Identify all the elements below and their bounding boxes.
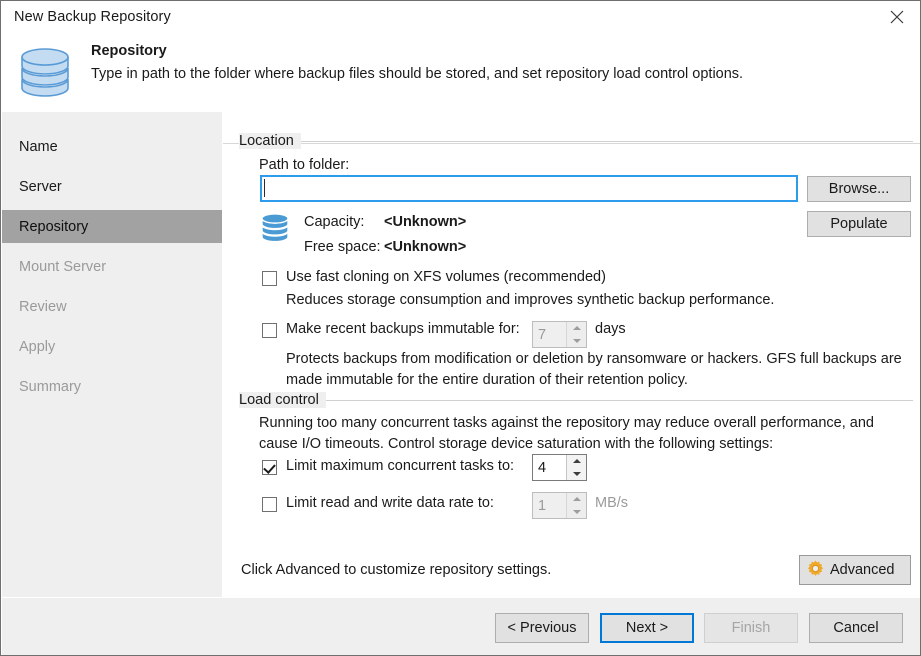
next-button[interactable]: Next > <box>600 613 694 643</box>
immutable-days-stepper-buttons[interactable] <box>566 322 586 347</box>
data-rate-stepper-buttons[interactable] <box>566 493 586 518</box>
max-tasks-value: 4 <box>538 459 547 476</box>
load-control-group-label: Load control <box>239 392 326 408</box>
database-icon <box>259 211 291 247</box>
sidebar-item-label: Name <box>19 138 58 155</box>
capacity-value: <Unknown> <box>384 214 467 230</box>
make-immutable-hint-line1: Protects backups from modification or de… <box>286 351 902 367</box>
sidebar-item-label: Mount Server <box>19 258 107 275</box>
repository-database-icon <box>14 41 76 107</box>
browse-button[interactable]: Browse... <box>807 176 911 202</box>
close-icon[interactable] <box>874 1 920 32</box>
max-tasks-decrement[interactable] <box>567 468 586 481</box>
sidebar-item-mount-server[interactable]: Mount Server <box>2 250 222 283</box>
page-title: Repository <box>91 43 167 59</box>
new-backup-repository-dialog: New Backup Repository Repository Type in… <box>0 0 921 656</box>
make-immutable-checkbox[interactable] <box>262 323 277 338</box>
capacity-label: Capacity: <box>304 214 365 230</box>
text-caret <box>264 179 265 197</box>
window-title: New Backup Repository <box>14 9 171 25</box>
sidebar-item-name[interactable]: Name <box>2 130 222 163</box>
max-tasks-stepper[interactable]: 4 <box>532 454 587 481</box>
data-rate-increment[interactable] <box>567 493 586 506</box>
title-bar: New Backup Repository <box>1 1 920 33</box>
location-group-label: Location <box>239 133 301 149</box>
dialog-footer: < Previous Next > Finish Cancel <box>2 598 920 655</box>
sidebar-item-label: Repository <box>19 218 89 235</box>
load-control-hint-line1: Running too many concurrent tasks agains… <box>259 415 874 431</box>
data-rate-stepper[interactable]: 1 <box>532 492 587 519</box>
limit-max-tasks-label: Limit maximum concurrent tasks to: <box>286 458 515 474</box>
sidebar-item-label: Review <box>19 298 67 315</box>
sidebar-item-review[interactable]: Review <box>2 290 222 323</box>
use-fast-cloning-checkbox[interactable] <box>262 271 277 286</box>
sidebar-item-label: Apply <box>19 338 56 355</box>
immutable-days-unit: days <box>595 321 626 337</box>
data-rate-decrement[interactable] <box>567 506 586 519</box>
wizard-header: Repository Type in path to the folder wh… <box>2 33 920 144</box>
immutable-days-decrement[interactable] <box>567 335 586 348</box>
wizard-steps-sidebar: Name Server Repository Mount Server Revi… <box>2 112 223 597</box>
location-group-line <box>301 141 913 142</box>
use-fast-cloning-label: Use fast cloning on XFS volumes (recomme… <box>286 269 606 285</box>
max-tasks-increment[interactable] <box>567 455 586 468</box>
limit-data-rate-checkbox[interactable] <box>262 497 277 512</box>
use-fast-cloning-hint: Reduces storage consumption and improves… <box>286 292 775 308</box>
limit-max-tasks-checkbox[interactable] <box>262 460 277 475</box>
free-space-value: <Unknown> <box>384 239 467 255</box>
path-input[interactable] <box>260 175 798 202</box>
immutable-days-stepper[interactable]: 7 <box>532 321 587 348</box>
sidebar-item-summary[interactable]: Summary <box>2 370 222 403</box>
sidebar-item-repository[interactable]: Repository <box>2 210 222 243</box>
sidebar-item-label: Server <box>19 178 62 195</box>
free-space-label: Free space: <box>304 239 381 255</box>
populate-button[interactable]: Populate <box>807 211 911 237</box>
sidebar-item-label: Summary <box>19 378 82 395</box>
max-tasks-stepper-buttons[interactable] <box>566 455 586 480</box>
advanced-hint: Click Advanced to customize repository s… <box>241 562 552 578</box>
load-control-hint-line2: cause I/O timeouts. Control storage devi… <box>259 436 774 452</box>
data-rate-value: 1 <box>538 497 547 514</box>
make-immutable-hint-line2: made immutable for the entire duration o… <box>286 372 688 388</box>
sidebar-item-server[interactable]: Server <box>2 170 222 203</box>
advanced-button[interactable]: Advanced <box>799 555 911 585</box>
limit-data-rate-label: Limit read and write data rate to: <box>286 495 494 511</box>
cancel-button[interactable]: Cancel <box>809 613 903 643</box>
path-to-folder-label: Path to folder: <box>259 157 350 173</box>
immutable-days-increment[interactable] <box>567 322 586 335</box>
page-description: Type in path to the folder where backup … <box>91 66 744 82</box>
advanced-button-label: Advanced <box>830 562 895 578</box>
sidebar-item-apply[interactable]: Apply <box>2 330 222 363</box>
immutable-days-value: 7 <box>538 326 547 343</box>
finish-button: Finish <box>704 613 798 643</box>
data-rate-unit: MB/s <box>595 495 629 511</box>
load-control-group-line <box>323 400 913 401</box>
gear-icon <box>806 559 825 582</box>
previous-button[interactable]: < Previous <box>495 613 589 643</box>
make-immutable-label: Make recent backups immutable for: <box>286 321 520 337</box>
